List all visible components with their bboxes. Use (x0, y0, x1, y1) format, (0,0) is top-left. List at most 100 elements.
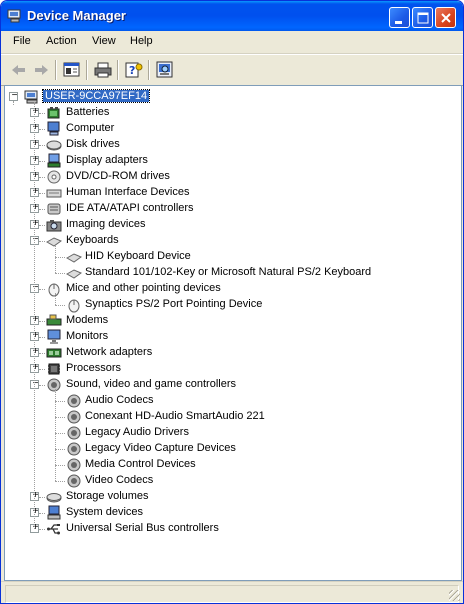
category-label: Universal Serial Bus controllers (66, 522, 219, 534)
sound-device-icon (67, 474, 81, 488)
tree-category[interactable]: + DVD/CD-ROM drives (5, 169, 455, 185)
device-item[interactable]: Media Control Devices (5, 457, 455, 473)
device-item[interactable]: Legacy Video Capture Devices (5, 441, 455, 457)
device-item[interactable]: Conexant HD-Audio SmartAudio 221 (5, 409, 455, 425)
device-item[interactable]: Audio Codecs (5, 393, 455, 409)
menu-bar: File Action View Help (1, 31, 463, 54)
tree-guide-line (39, 225, 45, 226)
menu-action[interactable]: Action (46, 35, 77, 47)
tree-category[interactable]: + Storage volumes (5, 489, 455, 505)
storage-volume-icon (46, 493, 62, 503)
resize-grip[interactable] (449, 590, 460, 601)
menu-file[interactable]: File (13, 35, 31, 47)
device-item[interactable]: HID Keyboard Device (5, 249, 455, 265)
category-label: Human Interface Devices (66, 186, 190, 198)
keyboard-icon (46, 237, 62, 247)
device-manager-icon (7, 9, 21, 23)
display-adapter-icon (47, 153, 61, 168)
tree-category[interactable]: − Sound, video and game controllers (5, 377, 455, 393)
toolbar-separator (148, 60, 150, 80)
tree-category[interactable]: + Network adapters (5, 345, 455, 361)
minimize-button[interactable] (389, 7, 410, 28)
mouse-device-icon (68, 299, 80, 313)
sound-device-icon (67, 458, 81, 472)
status-bar (1, 581, 463, 603)
tree-category[interactable]: + Modems (5, 313, 455, 329)
tree-guide-line (55, 449, 65, 450)
category-label: Network adapters (66, 346, 153, 358)
tree-category[interactable]: + Universal Serial Bus controllers (5, 521, 455, 537)
category-label: System devices (66, 506, 144, 518)
device-label: Conexant HD-Audio SmartAudio 221 (85, 410, 265, 422)
category-label: Storage volumes (66, 490, 149, 502)
device-item[interactable]: Video Codecs (5, 473, 455, 489)
forward-arrow-icon[interactable] (31, 61, 51, 79)
device-item[interactable]: Legacy Audio Drivers (5, 425, 455, 441)
device-manager-window: Device Manager File Action View Help ? −… (0, 0, 464, 604)
tree-category[interactable]: + Processors (5, 361, 455, 377)
tree-guide-line (39, 145, 45, 146)
tree-category[interactable]: + Display adapters (5, 153, 455, 169)
root-expander[interactable]: − (9, 90, 18, 101)
tree-category[interactable]: − Mice and other pointing devices (5, 281, 455, 297)
back-arrow-icon[interactable] (9, 61, 29, 79)
maximize-button[interactable] (412, 7, 433, 28)
tree-category[interactable]: + Imaging devices (5, 217, 455, 233)
tree-category[interactable]: + Monitors (5, 329, 455, 345)
tree-guide-line (55, 417, 65, 418)
disk-drive-icon (46, 140, 62, 151)
status-panel (5, 585, 459, 603)
menu-help[interactable]: Help (130, 35, 153, 47)
tree-guide-line (39, 209, 45, 210)
device-label: Video Codecs (85, 474, 154, 486)
category-label: Sound, video and game controllers (66, 378, 236, 390)
tree-guide-line (55, 433, 65, 434)
root-computer-icon (24, 90, 38, 104)
tree-guide-line (39, 177, 45, 178)
device-item[interactable]: Synaptics PS/2 Port Pointing Device (5, 297, 455, 313)
tree-category[interactable]: + IDE ATA/ATAPI controllers (5, 201, 455, 217)
tree-guide-line (55, 273, 65, 274)
scan-hardware-icon[interactable] (155, 61, 175, 79)
category-label: IDE ATA/ATAPI controllers (66, 202, 194, 214)
keyboard-device-icon (66, 269, 82, 279)
category-label: Display adapters (66, 154, 148, 166)
title-bar[interactable]: Device Manager (1, 1, 463, 31)
toolbar-separator (86, 60, 88, 80)
imaging-device-icon (46, 220, 62, 232)
tree-category[interactable]: + Human Interface Devices (5, 185, 455, 201)
root-computer-label: USER-9CCA97EF14 (41, 89, 151, 103)
tree-category[interactable]: + Disk drives (5, 137, 455, 153)
category-label: Disk drives (66, 138, 120, 150)
category-label: Processors (66, 362, 122, 374)
help-icon[interactable]: ? (124, 61, 144, 79)
category-label: DVD/CD-ROM drives (66, 170, 170, 182)
tree-category[interactable]: + Batteries (5, 105, 455, 121)
menu-view[interactable]: View (92, 35, 116, 47)
tree-guide-line (55, 305, 65, 306)
category-label: Batteries (66, 106, 110, 118)
tree-guide-line (34, 102, 35, 529)
print-icon[interactable] (93, 61, 113, 79)
toolbar-separator (55, 60, 57, 80)
device-label: Synaptics PS/2 Port Pointing Device (85, 298, 263, 310)
tree-category[interactable]: − Keyboards (5, 233, 455, 249)
tree-root[interactable]: − USER-9CCA97EF14 (5, 89, 455, 105)
tree-guide-line (55, 401, 65, 402)
tree-category[interactable]: + Computer (5, 121, 455, 137)
close-icon (441, 13, 451, 23)
sound-device-icon (67, 426, 81, 440)
close-button[interactable] (435, 7, 456, 28)
sound-device-icon (67, 394, 81, 408)
tree-guide-line (39, 193, 45, 194)
properties-pane-icon[interactable] (62, 61, 82, 79)
toolbar: ? (1, 54, 463, 86)
device-label: Audio Codecs (85, 394, 154, 406)
category-label: Monitors (66, 330, 109, 342)
category-label: Modems (66, 314, 109, 326)
device-tree[interactable]: − USER-9CCA97EF14 + Batteries + Computer + Disk… (4, 85, 462, 581)
battery-icon (47, 107, 60, 119)
tree-category[interactable]: + System devices (5, 505, 455, 521)
tree-guide-line (39, 289, 45, 290)
device-item[interactable]: Standard 101/102-Key or Microsoft Natura… (5, 265, 455, 281)
